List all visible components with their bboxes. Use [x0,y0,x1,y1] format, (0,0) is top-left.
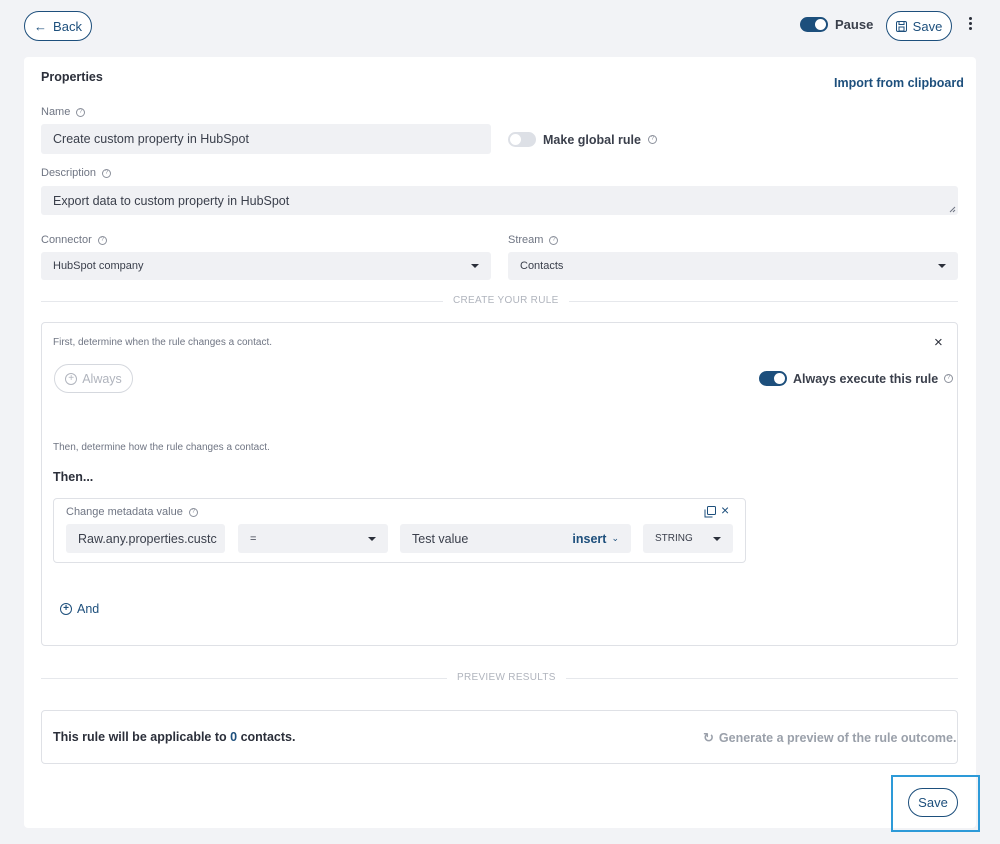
close-action-icon[interactable]: × [721,503,729,517]
preview-text-after: contacts. [240,730,296,744]
action-title: Change metadata value [66,506,183,518]
insert-dropdown[interactable]: insert ⌄ [572,532,619,546]
value-text: Test value [412,531,469,546]
stream-label: Stream [508,234,544,246]
and-label: And [77,602,100,616]
description-textarea[interactable]: Export data to custom property in HubSpo… [41,186,958,215]
more-options-icon[interactable] [966,17,974,33]
connector-value: HubSpot company [53,260,144,272]
caret-down-icon [713,536,721,541]
pause-label: Pause [835,17,874,32]
floppy-disk-icon [895,20,907,32]
connector-select[interactable]: HubSpot company [41,252,491,280]
close-rule-icon[interactable]: × [934,335,943,350]
preview-count: 0 [230,730,238,744]
operator-select[interactable]: = [238,524,388,553]
type-value: STRING [655,533,693,544]
caret-down-icon [368,536,376,541]
header-save-button[interactable]: Save [886,11,952,41]
and-button[interactable]: + And [60,602,99,616]
pause-switch[interactable] [800,17,828,32]
rule-card: Properties Import from clipboard Name ? … [24,57,976,828]
stream-select[interactable]: Contacts [508,252,958,280]
then-label: Then... [53,470,94,484]
type-select[interactable]: STRING [643,524,733,553]
help-icon: ? [944,374,954,383]
always-button[interactable]: + Always [54,364,133,393]
description-label-row: Description ? [41,167,112,179]
operator-value: = [250,532,257,545]
chevron-down-icon: ⌄ [611,533,619,543]
help-icon: ? [188,507,198,517]
global-rule-toggle[interactable]: Make global rule ? [508,132,657,147]
stream-label-row: Stream ? [508,234,559,246]
import-from-clipboard-link[interactable]: Import from clipboard [834,76,964,90]
always-label: Always [82,371,122,386]
connector-label-row: Connector ? [41,234,107,246]
preview-summary: This rule will be applicable to 0 contac… [53,730,295,744]
preview-box: This rule will be applicable to 0 contac… [41,710,958,764]
footer-save-label: Save [918,795,948,810]
action-title-row: Change metadata value ? [66,506,198,518]
global-rule-label: Make global rule [543,132,641,147]
global-rule-switch[interactable] [508,132,536,147]
help-icon: ? [102,168,112,178]
insert-label: insert [572,531,607,546]
help-icon: ? [549,235,559,245]
metadata-field-input[interactable]: Raw.any.properties.custc [66,524,225,553]
name-label: Name [41,106,71,118]
caret-down-icon [471,264,479,268]
help-icon: ? [76,107,86,117]
footer-save-button[interactable]: Save [908,788,958,817]
plus-circle-icon: + [65,372,78,385]
name-label-row: Name ? [41,106,86,118]
always-execute-label: Always execute this rule [793,371,939,386]
caret-down-icon [938,264,946,268]
always-execute-switch[interactable] [759,371,787,386]
value-input[interactable]: Test value insert ⌄ [400,524,631,553]
connector-label: Connector [41,234,92,246]
rule-box: First, determine when the rule changes a… [41,322,958,646]
preview-heading: PREVIEW RESULTS [447,672,566,683]
header-save-label: Save [912,18,943,34]
preview-text-before: This rule will be applicable to [53,730,227,744]
action-box: Change metadata value ? × Raw.any.proper… [53,498,746,563]
always-execute-toggle[interactable]: Always execute this rule ? [759,371,954,386]
create-rule-heading: CREATE YOUR RULE [443,295,569,306]
arrow-left-icon: ← [34,18,48,34]
resize-handle-icon[interactable] [949,206,956,213]
copy-icon[interactable] [704,506,716,518]
when-hint: First, determine when the rule changes a… [53,337,273,348]
pause-toggle[interactable]: Pause [800,17,873,32]
properties-title: Properties [41,70,103,84]
plus-circle-icon: + [60,603,72,615]
refresh-icon: ↻ [703,730,714,745]
back-button[interactable]: ← Back [24,11,92,41]
generate-preview-button[interactable]: ↻ Generate a preview of the rule outcome… [703,730,956,746]
help-icon: ? [97,235,107,245]
back-label: Back [53,18,82,34]
stream-value: Contacts [520,260,564,272]
description-label: Description [41,167,97,179]
name-input[interactable]: Create custom property in HubSpot [41,124,491,154]
how-hint: Then, determine how the rule changes a c… [53,442,270,453]
help-icon: ? [647,135,657,144]
generate-preview-label: Generate a preview of the rule outcome. [718,731,957,745]
